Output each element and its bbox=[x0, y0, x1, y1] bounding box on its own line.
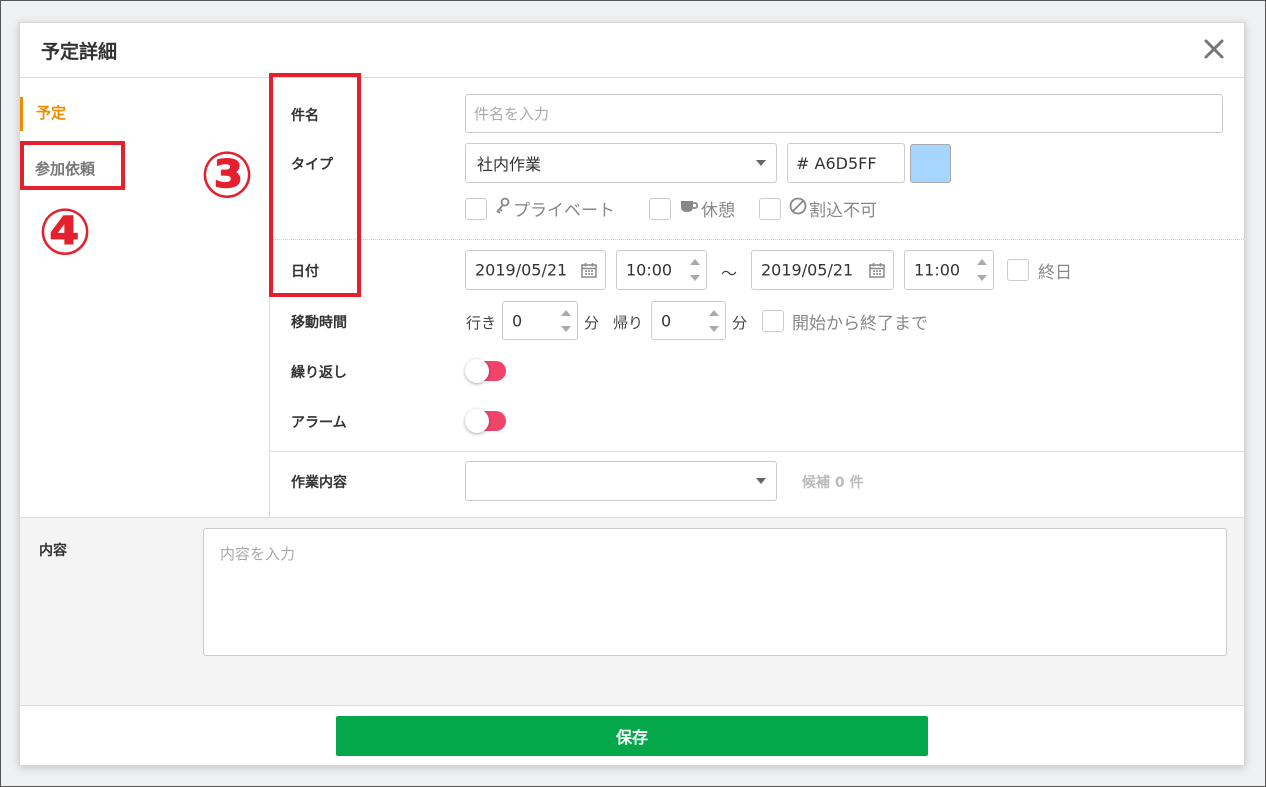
color-swatch[interactable] bbox=[910, 144, 951, 183]
break-checkbox-label: 休憩 bbox=[679, 196, 735, 221]
alarm-label: アラーム bbox=[291, 415, 347, 431]
number-stepper-icon bbox=[561, 309, 571, 332]
time-stepper-icon bbox=[690, 259, 700, 281]
save-button[interactable]: 保存 bbox=[336, 716, 928, 756]
travel-span-checkbox[interactable] bbox=[762, 310, 784, 332]
start-date-input[interactable]: 2019/05/21 bbox=[465, 250, 606, 290]
cup-icon bbox=[679, 197, 699, 220]
date-label: 日付 bbox=[291, 264, 319, 280]
color-code-input[interactable]: # A6D5FF bbox=[787, 143, 905, 183]
date-range-separator: ～ bbox=[721, 264, 738, 283]
repeat-label: 繰り返し bbox=[291, 365, 347, 381]
break-checkbox[interactable] bbox=[649, 198, 671, 220]
sidebar-item-participation-request[interactable]: 参加依頼 bbox=[35, 158, 95, 179]
travel-back-input[interactable]: 0 bbox=[651, 301, 726, 340]
end-time-input[interactable]: 11:00 bbox=[904, 250, 994, 290]
header-divider bbox=[20, 77, 1244, 78]
key-icon bbox=[495, 197, 511, 220]
annotation-number-3: ③ bbox=[200, 139, 255, 213]
type-select-value: 社内作業 bbox=[477, 155, 542, 174]
travel-time-label: 移動時間 bbox=[291, 315, 347, 331]
travel-span-label: 開始から終了まで bbox=[792, 314, 928, 334]
modal-title: 予定詳細 bbox=[41, 41, 118, 63]
footer-divider bbox=[20, 705, 1244, 706]
content-divider bbox=[20, 517, 1244, 518]
type-label: タイプ bbox=[291, 157, 333, 173]
calendar-icon bbox=[581, 262, 597, 278]
chevron-down-icon bbox=[756, 160, 766, 166]
work-content-select[interactable] bbox=[465, 461, 777, 501]
time-stepper-icon bbox=[977, 259, 987, 281]
section-divider bbox=[270, 239, 1244, 240]
close-icon[interactable] bbox=[1200, 35, 1228, 63]
sidebar-active-indicator bbox=[20, 97, 23, 131]
private-checkbox-label: プライベート bbox=[495, 196, 615, 221]
type-select[interactable]: 社内作業 bbox=[465, 143, 777, 183]
number-stepper-icon bbox=[709, 309, 719, 332]
start-time-input[interactable]: 10:00 bbox=[616, 250, 707, 290]
calendar-icon bbox=[869, 262, 885, 278]
content-textarea[interactable] bbox=[203, 528, 1227, 656]
schedule-detail-modal: 予定詳細 予定 参加依頼 件名 タイプ 社内作業 # A6D5FF プライベート… bbox=[19, 22, 1245, 766]
repeat-toggle[interactable] bbox=[465, 359, 506, 383]
travel-go-unit: 分 bbox=[584, 314, 600, 332]
work-candidates-count: 候補 0 件 bbox=[802, 475, 864, 491]
no-interrupt-checkbox[interactable] bbox=[759, 198, 781, 220]
work-divider bbox=[270, 451, 1244, 452]
work-content-label: 作業内容 bbox=[291, 475, 347, 491]
no-entry-icon bbox=[789, 197, 807, 220]
content-label: 内容 bbox=[39, 543, 67, 559]
all-day-checkbox[interactable] bbox=[1007, 259, 1029, 281]
private-checkbox[interactable] bbox=[465, 198, 487, 220]
annotation-number-4: ④ bbox=[38, 196, 93, 270]
travel-back-unit: 分 bbox=[732, 314, 748, 332]
title-label: 件名 bbox=[291, 108, 319, 124]
no-interrupt-checkbox-label: 割込不可 bbox=[789, 196, 877, 221]
color-code-value: # A6D5FF bbox=[796, 153, 877, 173]
travel-go-label: 行き bbox=[466, 314, 497, 332]
alarm-toggle[interactable] bbox=[465, 409, 506, 433]
all-day-label: 終日 bbox=[1038, 263, 1072, 283]
title-input[interactable] bbox=[465, 94, 1223, 133]
end-date-input[interactable]: 2019/05/21 bbox=[751, 250, 894, 290]
sidebar-item-schedule[interactable]: 予定 bbox=[36, 102, 66, 123]
travel-back-label: 帰り bbox=[613, 314, 644, 332]
travel-go-input[interactable]: 0 bbox=[502, 301, 578, 340]
chevron-down-icon bbox=[756, 478, 766, 484]
